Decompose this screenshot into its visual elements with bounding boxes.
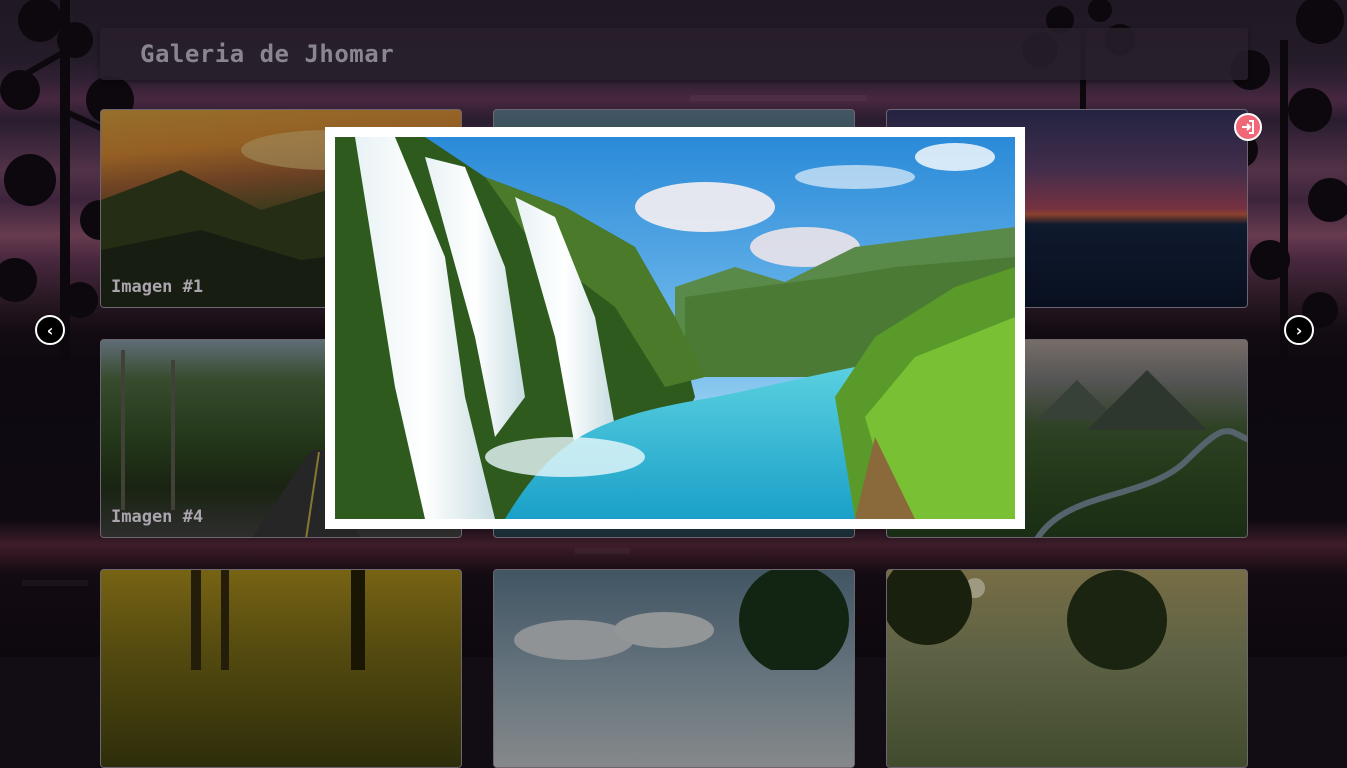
card-dim-overlay bbox=[494, 570, 854, 767]
lightbox-image bbox=[335, 137, 1015, 519]
lightbox-modal bbox=[325, 127, 1025, 529]
card-label: Imagen #4 bbox=[111, 507, 204, 527]
gallery-card-9[interactable] bbox=[886, 569, 1248, 768]
chevron-right-icon: › bbox=[1295, 320, 1303, 340]
waterfall-image bbox=[335, 137, 1015, 519]
close-button[interactable] bbox=[1234, 113, 1262, 141]
next-button[interactable]: › bbox=[1284, 315, 1314, 345]
chevron-left-icon: ‹ bbox=[46, 320, 54, 340]
prev-button[interactable]: ‹ bbox=[35, 315, 65, 345]
card-dim-overlay bbox=[887, 570, 1247, 767]
page-title: Galeria de Jhomar bbox=[140, 40, 395, 68]
gallery-card-8[interactable] bbox=[493, 569, 855, 768]
page-header: Galeria de Jhomar bbox=[100, 28, 1248, 80]
card-dim-overlay bbox=[101, 570, 461, 767]
card-label: Imagen #1 bbox=[111, 277, 204, 297]
exit-icon bbox=[1242, 120, 1254, 134]
gallery-card-7[interactable] bbox=[100, 569, 462, 768]
